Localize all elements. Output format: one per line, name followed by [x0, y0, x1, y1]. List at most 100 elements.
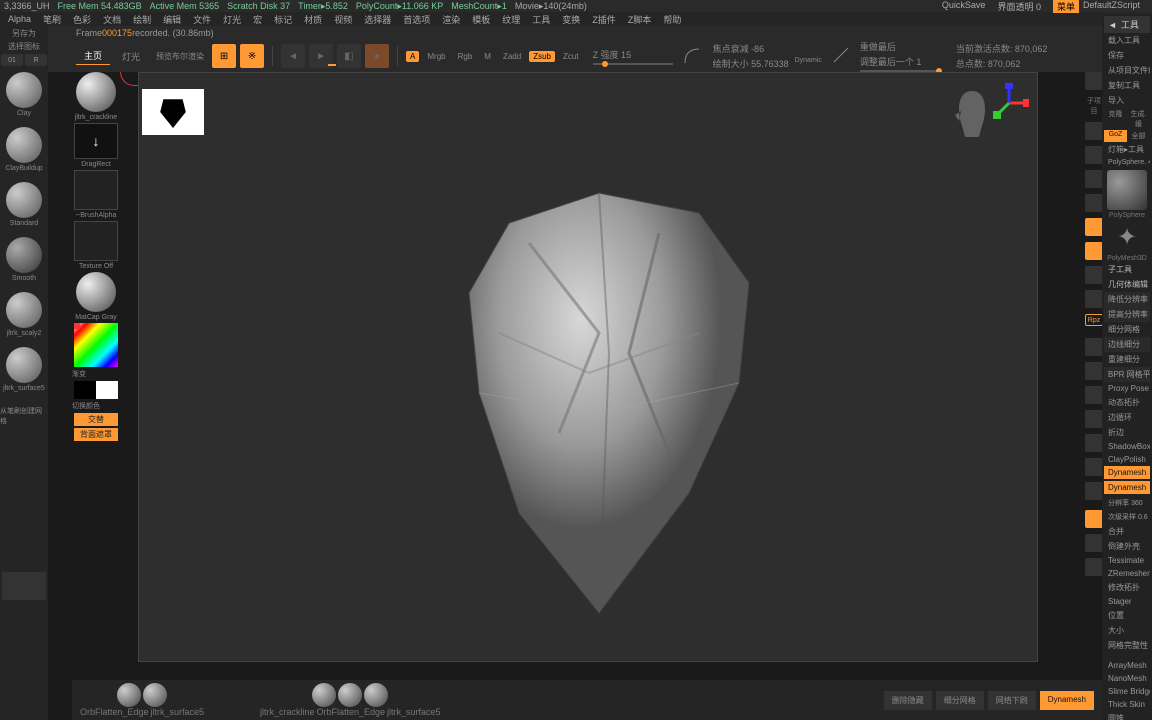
load-project[interactable]: 从项目文件载入工具 [1104, 63, 1150, 78]
bpr-smooth[interactable]: BPR 网格平滑 [1104, 367, 1150, 382]
viewport[interactable] [138, 72, 1038, 662]
save-tool[interactable]: 保存 [1104, 48, 1150, 63]
frame-icon[interactable] [1085, 122, 1103, 140]
floor-icon[interactable] [1085, 218, 1103, 236]
menu-transform[interactable]: 变换 [562, 13, 580, 26]
recent-brush-3[interactable] [312, 683, 336, 707]
size-curve-icon[interactable] [832, 46, 850, 66]
proxypose[interactable]: Proxy Pose [1104, 382, 1150, 395]
brush-smooth[interactable] [6, 237, 42, 273]
menu-color[interactable]: 色彩 [73, 13, 91, 26]
menu-macro[interactable]: 宏 [253, 13, 262, 26]
subtool-section[interactable]: 子工具 [1104, 262, 1150, 277]
swatch-black[interactable] [74, 381, 96, 399]
position[interactable]: 位置 [1104, 608, 1150, 623]
cone[interactable]: 圆锥 [1104, 711, 1150, 720]
load-tool[interactable]: 载入工具 [1104, 33, 1150, 48]
snap-icon[interactable] [1085, 482, 1103, 500]
material-selector[interactable] [76, 272, 116, 312]
record-icon[interactable]: ● [365, 44, 389, 68]
sculpt-mesh[interactable] [399, 153, 799, 613]
menu-alpha[interactable]: Alpha [8, 14, 31, 24]
menu-marker[interactable]: 标记 [274, 13, 292, 26]
menu-edit[interactable]: 编辑 [163, 13, 181, 26]
a-btn[interactable]: A [406, 51, 419, 62]
solo-icon[interactable] [1085, 338, 1103, 356]
brush-clay[interactable] [6, 72, 42, 108]
swap-label[interactable]: 切换颜色 [72, 401, 100, 411]
rebuild-subdiv[interactable]: 重建细分 [1104, 352, 1150, 367]
menu-file[interactable]: 文件 [193, 13, 211, 26]
menu-preferences[interactable]: 首选项 [403, 13, 430, 26]
zcut-btn[interactable]: Zcut [559, 51, 583, 62]
alpha-selector[interactable] [74, 170, 118, 210]
zadd-btn[interactable]: Zadd [499, 51, 525, 62]
persp-icon[interactable] [1085, 194, 1103, 212]
size[interactable]: 大小 [1104, 623, 1150, 638]
tool-thumbnail[interactable] [1107, 170, 1147, 210]
active-mode-icon[interactable] [1085, 510, 1103, 528]
texture-selector[interactable] [74, 221, 118, 261]
mesh-integrity[interactable]: 网格完整性 [1104, 638, 1150, 653]
make-btn[interactable]: 生成.缓 [1127, 108, 1150, 130]
menu-render[interactable]: 渲染 [442, 13, 460, 26]
dynamesh-button[interactable]: Dynamesh [1104, 481, 1150, 494]
edgeloop[interactable]: 边循环 [1104, 410, 1150, 425]
tessimate[interactable]: Tessimate [1104, 554, 1150, 567]
nanomesh[interactable]: NanoMesh [1104, 672, 1150, 685]
shell[interactable]: 倒建外壳 [1104, 539, 1150, 554]
val-cell[interactable]: 01 [1, 54, 23, 66]
r-cell[interactable]: R [25, 54, 47, 66]
all-btn[interactable]: 全部 [1127, 130, 1150, 142]
gradient-label[interactable]: 渐变 [72, 369, 86, 379]
merge[interactable]: 合并 [1104, 524, 1150, 539]
recent-brush-2[interactable] [143, 683, 167, 707]
brushes-meta[interactable]: 从笔刷创建网格 [0, 406, 48, 426]
grid-icon[interactable] [1085, 458, 1103, 476]
menu-movie[interactable]: 视频 [334, 13, 352, 26]
zremesher[interactable]: ZRemesher [1104, 567, 1150, 580]
snapshot-icon[interactable]: ◧ [337, 44, 361, 68]
script-btn[interactable]: DefaultZScript [1083, 0, 1140, 13]
mrgb-btn[interactable]: Mrgb [423, 51, 449, 62]
menu-brush[interactable]: 笔刷 [43, 13, 61, 26]
menu-btn[interactable]: 菜单 [1053, 0, 1079, 13]
brush-selector[interactable] [76, 72, 116, 112]
stroke-selector[interactable]: ↓ [74, 123, 118, 159]
quicksave-btn[interactable]: QuickSave [942, 0, 986, 13]
slimebridge[interactable]: Slime Bridge [1104, 685, 1150, 698]
copy-tool[interactable]: 复制工具 [1104, 78, 1150, 93]
light-icon[interactable] [1085, 558, 1103, 576]
gizmo2-icon[interactable]: ※ [240, 44, 264, 68]
divide-btn[interactable]: 细分网格 [936, 691, 984, 710]
ghost-icon[interactable] [1085, 386, 1103, 404]
rpz-icon[interactable]: Rpz [1085, 314, 1103, 326]
dynamesh-section[interactable]: Dynamesh [1104, 466, 1150, 479]
dynamesh-bottom-btn[interactable]: Dynamesh [1040, 691, 1094, 710]
blur-slider[interactable]: 次级采样 0.6 [1104, 510, 1150, 524]
lightbox-tools[interactable]: 灯箱▸工具 [1104, 142, 1150, 157]
scale-icon[interactable] [1085, 170, 1103, 188]
menu-light[interactable]: 灯光 [223, 13, 241, 26]
clone-btn[interactable]: 克隆 [1104, 108, 1127, 130]
menu-draw[interactable]: 绘制 [133, 13, 151, 26]
gizmo-icon[interactable]: ⊞ [212, 44, 236, 68]
geometry-section[interactable]: 几何体编辑 [1104, 277, 1150, 292]
camera-icon[interactable] [1085, 534, 1103, 552]
nav-gizmo[interactable] [989, 83, 1029, 123]
menu-picker[interactable]: 选择器 [364, 13, 391, 26]
menu-stencil[interactable]: 模板 [472, 13, 490, 26]
menu-help[interactable]: 帮助 [663, 13, 681, 26]
import-tool[interactable]: 导入 [1104, 93, 1150, 108]
arraymesh[interactable]: ArrayMesh [1104, 659, 1150, 672]
recent-brush-5[interactable] [364, 683, 388, 707]
mask-btn[interactable]: 背面遮罩 [74, 428, 118, 441]
recent-brush-4[interactable] [338, 683, 362, 707]
brush-claybuildup[interactable] [6, 127, 42, 163]
menu-zscript[interactable]: Z脚本 [628, 13, 652, 26]
polyframe-icon[interactable] [1085, 362, 1103, 380]
reset-btn[interactable]: 交替 [74, 413, 118, 426]
zoom-icon[interactable] [1085, 146, 1103, 164]
redo-block[interactable]: 重做最后 调整最后一个 1 [860, 40, 940, 72]
polymesh-star-icon[interactable]: ✦ [1107, 219, 1147, 255]
